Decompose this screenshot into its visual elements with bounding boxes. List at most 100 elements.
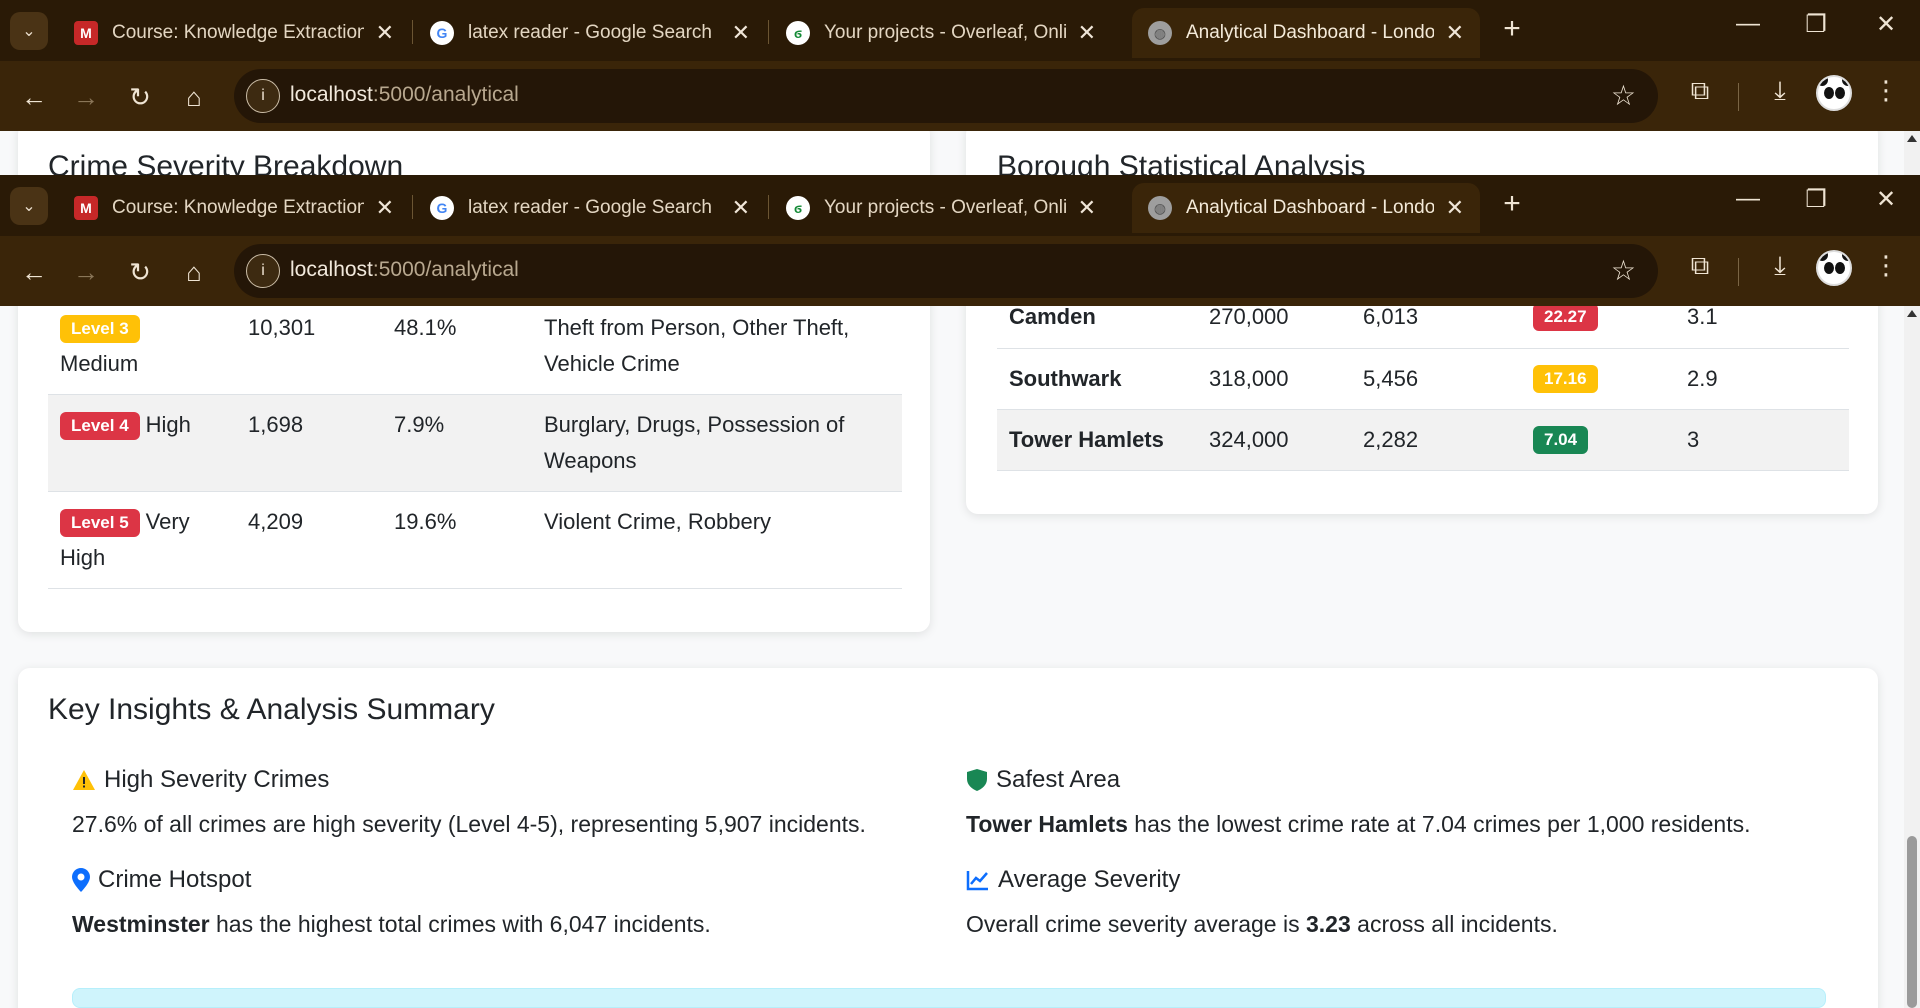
home-button[interactable]: ⌂ <box>174 252 214 292</box>
severity-level-cell: Level 5 Very High <box>48 491 236 589</box>
restore-button[interactable]: ❐ <box>1796 10 1836 39</box>
back-button[interactable]: ← <box>14 252 54 292</box>
restore-button[interactable]: ❐ <box>1796 185 1836 214</box>
reload-button[interactable]: ↻ <box>120 77 160 117</box>
arrow-left-icon: ← <box>21 256 47 287</box>
back-button[interactable]: ← <box>14 77 54 117</box>
close-icon[interactable]: ✕ <box>1446 195 1464 221</box>
crime-types: Theft from Person, Other Theft, Vehicle … <box>532 298 902 395</box>
crime-hotspot-heading: Crime Hotspot <box>72 866 251 894</box>
crime-count: 10,301 <box>236 298 382 395</box>
crime-percentage: 19.6% <box>382 491 532 589</box>
tab-search-button[interactable]: ⌄ <box>10 12 48 50</box>
forward-button[interactable]: → <box>66 77 106 117</box>
arrow-right-icon: → <box>73 81 99 112</box>
crime-count: 1,698 <box>236 394 382 492</box>
table-row: Tower Hamlets 324,000 2,282 7.04 3 <box>997 409 1849 471</box>
tab-moodle[interactable]: M Course: Knowledge Extraction, I ✕ <box>58 183 410 233</box>
severity-level-cell: Level 4 High <box>48 394 236 492</box>
profile-avatar[interactable] <box>1816 75 1852 111</box>
average-severity-text: Overall crime severity average is 3.23 a… <box>966 911 1558 938</box>
overleaf-icon: ϭ <box>786 21 810 45</box>
average-suffix: across all incidents. <box>1350 911 1558 937</box>
safest-area-heading: Safest Area <box>966 766 1120 794</box>
close-icon[interactable]: ✕ <box>376 20 394 46</box>
bookmark-star-icon[interactable]: ☆ <box>1611 254 1636 287</box>
safest-detail: has the lowest crime rate at 7.04 crimes… <box>1127 811 1751 837</box>
crime-hotspot-text: Westminster has the highest total crimes… <box>72 911 711 938</box>
tab-google[interactable]: G latex reader - Google Search ✕ <box>414 8 766 58</box>
tab-moodle[interactable]: M Course: Knowledge Extraction, I ✕ <box>58 8 410 58</box>
close-icon[interactable]: ✕ <box>1078 195 1096 221</box>
minimize-button[interactable]: — <box>1728 10 1768 38</box>
borough-table: Camden 270,000 6,013 22.27 3.1 Southwark… <box>997 287 1849 471</box>
tab-search-button[interactable]: ⌄ <box>10 187 48 225</box>
close-window-button[interactable]: ✕ <box>1866 10 1906 39</box>
crime-rate-badge: 17.16 <box>1533 364 1598 393</box>
home-button[interactable]: ⌂ <box>174 77 214 117</box>
profile-avatar[interactable] <box>1816 250 1852 286</box>
crime-rate-badge: 7.04 <box>1533 425 1589 454</box>
new-tab-button[interactable]: + <box>1494 187 1530 221</box>
severity-badge: Level 5 <box>60 509 140 538</box>
globe-icon: ◍ <box>1148 196 1172 220</box>
hotspot-detail: has the highest total crimes with 6,047 … <box>209 911 711 937</box>
chevron-down-icon: ⌄ <box>22 198 36 215</box>
close-icon[interactable]: ✕ <box>732 195 750 221</box>
extensions-icon[interactable]: ⧉ <box>1680 250 1720 282</box>
tab-overleaf[interactable]: ϭ Your projects - Overleaf, Online ✕ <box>770 183 1112 233</box>
download-icon[interactable]: ⤓ <box>1760 250 1800 282</box>
close-icon[interactable]: ✕ <box>732 20 750 46</box>
heading-text: Safest Area <box>996 766 1121 793</box>
extensions-icon[interactable]: ⧉ <box>1680 75 1720 107</box>
site-info-icon[interactable]: i <box>246 254 280 288</box>
forward-button[interactable]: → <box>66 252 106 292</box>
crime-rate-cell: 7.04 <box>1521 409 1675 471</box>
site-info-icon[interactable]: i <box>246 79 280 113</box>
url-text[interactable]: localhost:5000/analytical <box>290 83 519 107</box>
warning-icon <box>73 770 95 790</box>
address-bar[interactable]: i localhost:5000/analytical ☆ <box>234 244 1658 298</box>
url-text[interactable]: localhost:5000/analytical <box>290 258 519 282</box>
browser-toolbar: ← → ↻ ⌂ i localhost:5000/analytical ☆ ⧉ … <box>0 236 1920 306</box>
address-bar[interactable]: i localhost:5000/analytical ☆ <box>234 69 1658 123</box>
shield-icon <box>967 769 987 791</box>
line-chart-icon <box>966 871 988 891</box>
menu-icon[interactable]: ⋮ <box>1866 250 1906 281</box>
page-scrollbar[interactable] <box>1904 131 1920 175</box>
tab-overleaf[interactable]: ϭ Your projects - Overleaf, Online ✕ <box>770 8 1112 58</box>
info-alert <box>72 988 1826 1008</box>
scroll-up-icon[interactable] <box>1907 135 1917 142</box>
tab-analytical-dashboard[interactable]: ◍ Analytical Dashboard - London ✕ <box>1132 183 1480 233</box>
close-icon[interactable]: ✕ <box>376 195 394 221</box>
scroll-up-icon[interactable] <box>1907 310 1917 317</box>
average-severity-heading: Average Severity <box>966 866 1180 894</box>
tab-title: latex reader - Google Search <box>468 22 712 43</box>
close-icon[interactable]: ✕ <box>1446 20 1464 46</box>
page-scrollbar[interactable] <box>1904 306 1920 1008</box>
crime-count: 4,209 <box>236 491 382 589</box>
moodle-icon: M <box>74 21 98 45</box>
table-row: Level 3 Medium 10,301 48.1% Theft from Pe… <box>48 298 902 395</box>
new-tab-button[interactable]: + <box>1494 12 1530 46</box>
minimize-button[interactable]: — <box>1728 185 1768 213</box>
close-window-button[interactable]: ✕ <box>1866 185 1906 214</box>
borough-population: 318,000 <box>1197 348 1351 410</box>
download-icon[interactable]: ⤓ <box>1760 75 1800 107</box>
menu-icon[interactable]: ⋮ <box>1866 75 1906 106</box>
reload-icon: ↻ <box>129 81 151 112</box>
bookmark-star-icon[interactable]: ☆ <box>1611 79 1636 112</box>
tab-title: Course: Knowledge Extraction, I <box>112 197 364 218</box>
heading-text: High Severity Crimes <box>104 766 330 793</box>
tab-google[interactable]: G latex reader - Google Search ✕ <box>414 183 766 233</box>
scroll-thumb[interactable] <box>1907 836 1917 1008</box>
insights-title: Key Insights & Analysis Summary <box>48 693 495 726</box>
severity-badge: Level 4 <box>60 412 140 441</box>
browser-chrome: ⌄ M Course: Knowledge Extraction, I ✕ G … <box>0 175 1920 306</box>
tab-analytical-dashboard[interactable]: ◍ Analytical Dashboard - London ✕ <box>1132 8 1480 58</box>
reload-button[interactable]: ↻ <box>120 252 160 292</box>
severity-label: High <box>145 412 191 437</box>
close-icon[interactable]: ✕ <box>1078 20 1096 46</box>
google-icon: G <box>430 21 454 45</box>
high-severity-text: 27.6% of all crimes are high severity (L… <box>72 811 866 837</box>
